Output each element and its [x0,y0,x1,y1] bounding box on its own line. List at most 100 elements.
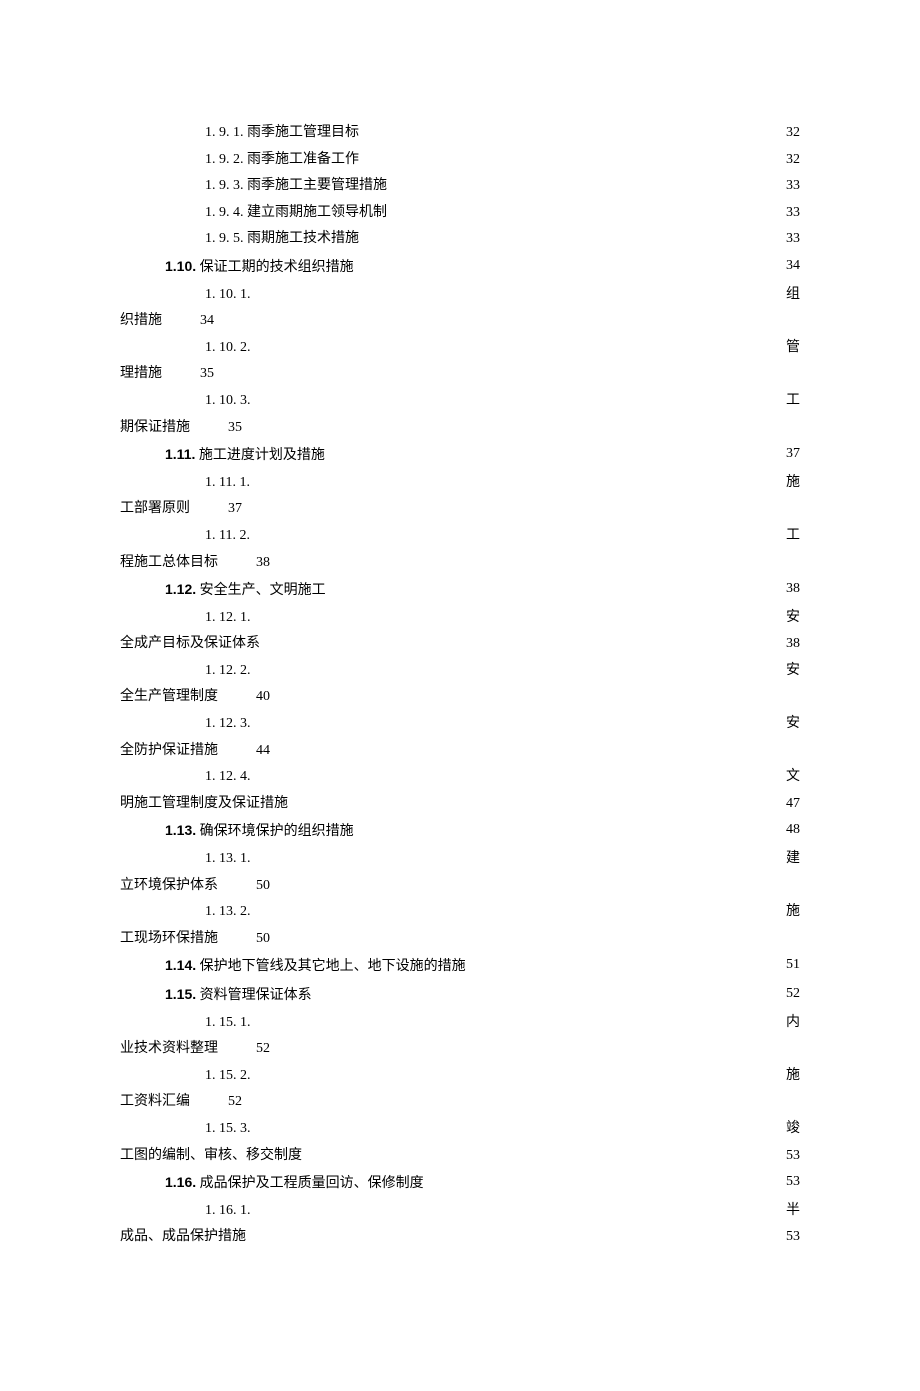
toc-entry-page: 53 [784,1169,800,1196]
toc-entry-tail: 施 [784,899,800,926]
toc-entry-continuation: 全防护保证措施 [120,738,218,765]
toc-entry-continuation: 全成产目标及保证体系 [120,636,262,651]
toc-entry-continuation: 全生产管理制度 [120,684,218,711]
toc-entry-wrapped: 1. 13. 1.建立环境保护体系50 [120,846,800,899]
toc-entry-page: 53 [784,1224,800,1251]
toc-entry-continuation: 工部署原则 [120,496,190,523]
toc-entry-number: 1. 13. 1. [205,851,253,866]
toc-entry-number: 1. 10. 1. [205,287,253,302]
toc-entry-tail: 施 [784,470,800,497]
toc-entry-label: 1.14. 保护地下管线及其它地上、地下设施的措施 [165,959,468,974]
toc-entry-number: 1.11. [165,446,195,462]
toc-entry-label: 1.16. 成品保护及工程质量回访、保修制度 [165,1176,426,1191]
toc-entry-wrapped: 1. 16. 1.半成品、成品保护措施53 [120,1198,800,1251]
toc-entry-tail: 建 [784,846,800,873]
toc-entry-wrapped: 1. 15. 1.内业技术资料整理52 [120,1010,800,1063]
toc-entry-page: 40 [256,684,270,711]
toc-section: 1.11. 施工进度计划及措施 37 [120,441,800,470]
toc-entry-tail: 安 [784,711,800,738]
toc-entry-page: 50 [256,926,270,953]
toc-entry-page: 37 [784,441,800,468]
toc-entry-page: 38 [784,576,800,603]
toc-entry-tail: 竣 [784,1116,800,1143]
toc-entry-wrapped: 1. 11. 1.施工部署原则37 [120,470,800,523]
toc-entry-label: 1. 9. 4. 建立雨期施工领导机制 [205,205,389,220]
toc-entry-wrapped: 1. 10. 3.工期保证措施35 [120,388,800,441]
toc-entry-wrapped: 1. 12. 4.文明施工管理制度及保证措施47 [120,764,800,817]
toc-entry-tail: 工 [784,523,800,550]
toc-entry-page: 48 [784,817,800,844]
spacing [218,738,256,765]
toc-entry-page: 33 [784,226,800,253]
toc-entry-number: 1. 12. 4. [205,769,253,784]
spacing [218,684,256,711]
toc-entry-number: 1.14. [165,957,196,973]
toc-entry-tail: 文 [784,764,800,791]
toc-entry-page: 32 [784,147,800,174]
toc-entry-continuation: 程施工总体目标 [120,550,218,577]
toc-entry-title: 资料管理保证体系 [200,988,312,1003]
toc-section: 1.10. 保证工期的技术组织措施34 [120,253,800,282]
toc-entry-tail: 管 [784,335,800,362]
toc-entry-page: 32 [784,120,800,147]
toc-entry-wrapped: 1. 13. 2.施工现场环保措施50 [120,899,800,952]
toc-entry-label: 1. 9. 1. 雨季施工管理目标 [205,125,361,140]
toc-section: 1.16. 成品保护及工程质量回访、保修制度 53 [120,1169,800,1198]
toc-entry-page: 52 [256,1036,270,1063]
toc-entry-continuation: 期保证措施 [120,415,190,442]
toc-entry-number: 1. 11. 1. [205,475,252,490]
toc-entry-continuation: 工图的编制、审核、移交制度 [120,1148,304,1163]
toc-entry-number: 1.12. [165,581,196,597]
toc-entry-label: 1.15. 资料管理保证体系 [165,988,314,1003]
spacing [218,1036,256,1063]
toc-entry-page: 35 [200,361,214,388]
toc-entry-label: 1.13. 确保环境保护的组织措施 [165,824,356,839]
toc-section: 1.15. 资料管理保证体系 52 [120,981,800,1010]
toc-entry-tail: 内 [784,1010,800,1037]
spacing [190,415,228,442]
toc-entry-label: 1. 9. 5. 雨期施工技术措施 [205,231,361,246]
toc-entry-page: 38 [784,631,800,658]
toc-entry-title: 建立雨期施工领导机制 [247,205,387,220]
toc-entry-number: 1. 10. 3. [205,393,253,408]
toc-entry-page: 47 [784,791,800,818]
toc-entry-number: 1. 11. 2. [205,528,252,543]
toc-entry-wrapped: 1. 15. 3.竣工图的编制、审核、移交制度53 [120,1116,800,1169]
toc-entry-number: 1. 15. 3. [205,1121,253,1136]
toc-entry-label: 1. 9. 2. 雨季施工准备工作 [205,152,361,167]
toc-entry-number: 1. 9. 5. [205,231,244,246]
toc-entry-tail: 施 [784,1063,800,1090]
toc-entry-continuation: 业技术资料整理 [120,1036,218,1063]
toc-entry-wrapped: 1. 12. 3.安全防护保证措施44 [120,711,800,764]
toc-entry-tail: 安 [784,658,800,685]
toc-entry-label: 1.12. 安全生产、文明施工 [165,583,328,598]
toc-entry-page: 44 [256,738,270,765]
toc-entry-title: 保护地下管线及其它地上、地下设施的措施 [200,959,466,974]
spacing [218,873,256,900]
toc-entry-page: 34 [784,253,800,280]
spacing [190,1089,228,1116]
toc-entry-continuation: 工资料汇编 [120,1089,190,1116]
toc-entry-number: 1. 12. 1. [205,610,253,625]
toc-entry-wrapped: 1. 12. 2.安全生产管理制度40 [120,658,800,711]
toc-entry-continuation: 成品、成品保护措施 [120,1229,248,1244]
toc-entry-wrapped: 1. 10. 1.组织措施34 [120,282,800,335]
toc-entry-number: 1. 9. 1. [205,125,244,140]
toc-entry-number: 1. 13. 2. [205,904,253,919]
toc-entry-title: 雨季施工管理目标 [247,125,359,140]
toc-entry-number: 1. 9. 3. [205,178,244,193]
toc-entry-page: 52 [784,981,800,1008]
spacing [190,496,228,523]
spacing [162,361,200,388]
toc-entry-label: 1.11. 施工进度计划及措施 [165,448,327,463]
toc-entry: 1. 9. 5. 雨期施工技术措施 33 [120,226,800,253]
toc-entry-number: 1.16. [165,1174,196,1190]
toc-entry-title: 保证工期的技术组织措施 [200,260,354,275]
toc-entry-wrapped: 1. 11. 2.工程施工总体目标38 [120,523,800,576]
toc-entry-page: 50 [256,873,270,900]
toc-entry-title: 雨季施工准备工作 [247,152,359,167]
toc-entry-page: 33 [784,173,800,200]
toc-entry-tail: 组 [784,282,800,309]
toc-entry-wrapped: 1. 12. 1.安全成产目标及保证体系38 [120,605,800,658]
toc-entry-number: 1. 9. 2. [205,152,244,167]
